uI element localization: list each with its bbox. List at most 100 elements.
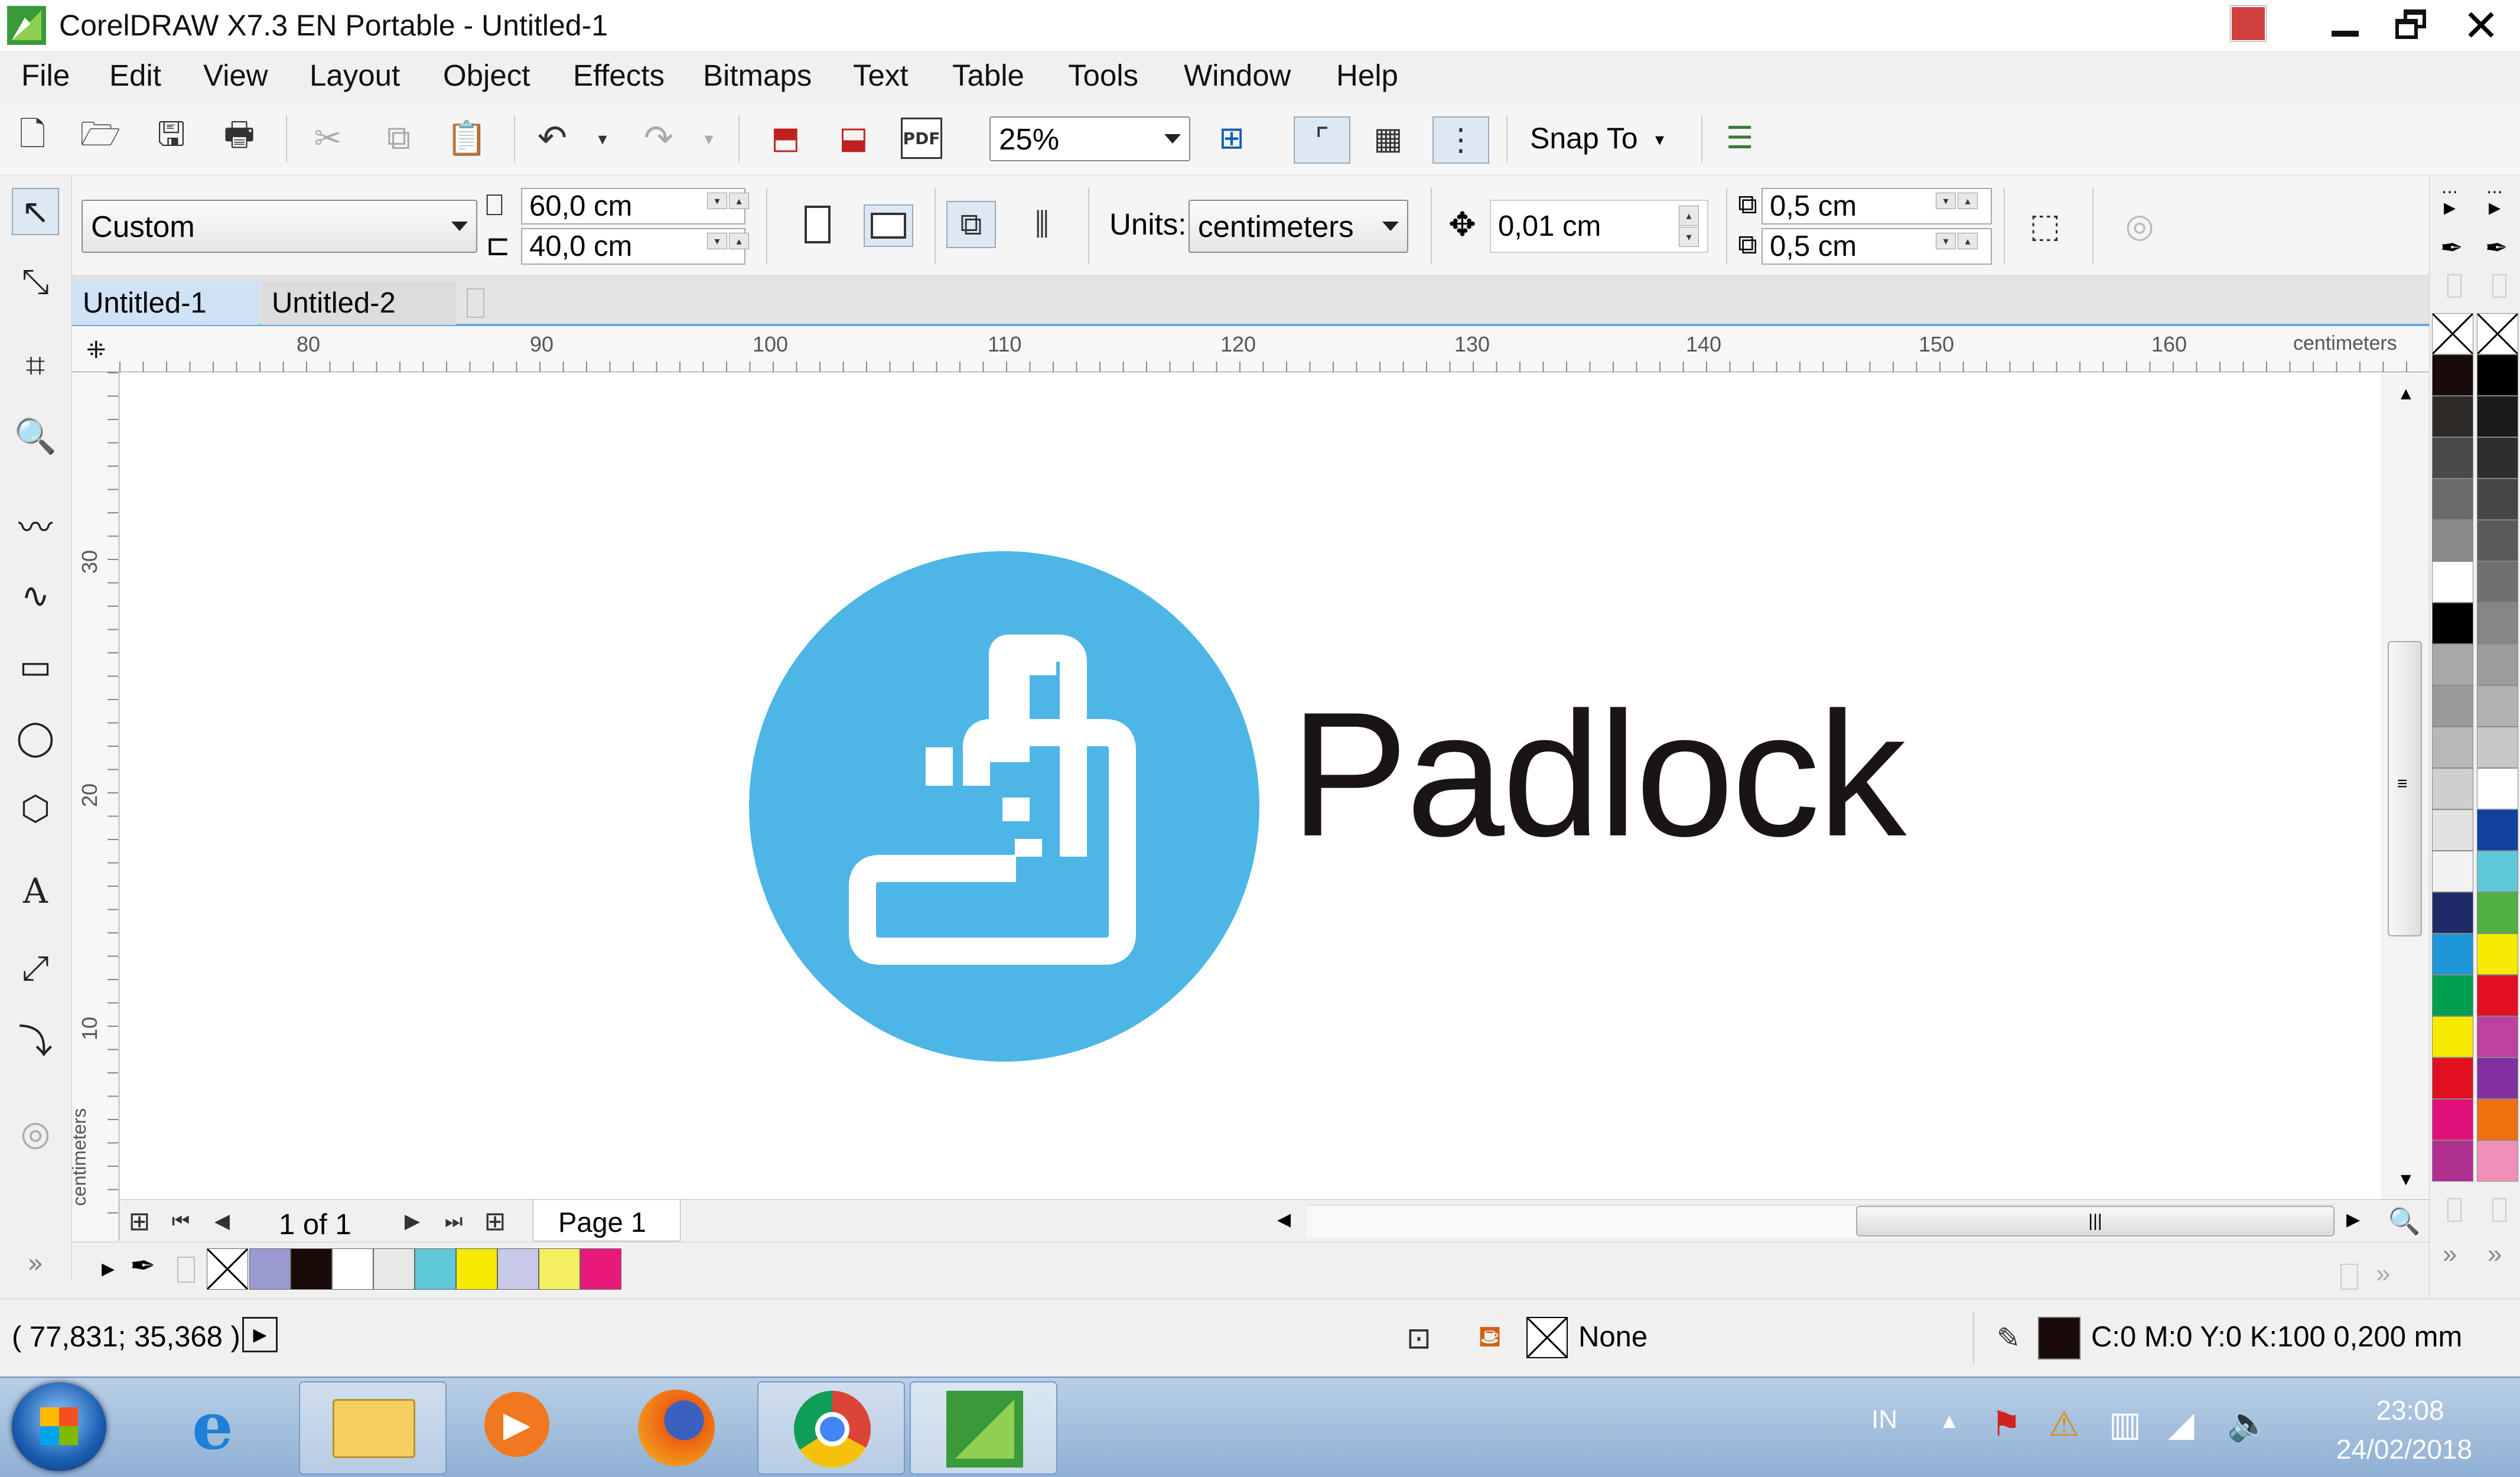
palette-swatch[interactable]: [2477, 1058, 2518, 1099]
undo-dropdown-icon[interactable]: ▾: [591, 127, 614, 151]
palette-swatch[interactable]: [2477, 809, 2518, 851]
spin-up-icon[interactable]: ▴: [1679, 206, 1699, 226]
page-size-combo[interactable]: Custom: [82, 200, 477, 253]
palette-swatch[interactable]: [2477, 437, 2518, 479]
palette-swatch[interactable]: [2432, 851, 2473, 892]
menu-layout[interactable]: Layout: [310, 58, 400, 93]
palette-expand-icon[interactable]: ▸: [2489, 194, 2501, 221]
palette-swatch[interactable]: [2432, 727, 2473, 768]
show-rulers-icon[interactable]: ⌜: [1294, 116, 1350, 164]
palette-swatch[interactable]: [2432, 520, 2473, 561]
palette-swatch[interactable]: [2432, 603, 2473, 644]
navigator-zoom-icon[interactable]: 🔍: [2388, 1205, 2421, 1238]
spin-up-icon[interactable]: ▴: [729, 193, 749, 209]
language-indicator[interactable]: IN: [1871, 1405, 1897, 1434]
palette-swatch[interactable]: [2432, 437, 2473, 479]
save-icon[interactable]: 🖫: [151, 115, 192, 159]
rectangle-tool-icon[interactable]: ▭: [12, 643, 59, 690]
crop-tool-icon[interactable]: ⌗: [12, 341, 59, 389]
last-page-icon[interactable]: ⏭: [438, 1206, 469, 1237]
spin-up-icon[interactable]: ▴: [1958, 193, 1978, 209]
file-explorer-icon[interactable]: [299, 1381, 447, 1475]
eyedropper-icon[interactable]: ✒: [2485, 232, 2508, 263]
user-icon[interactable]: [2231, 6, 2266, 41]
vertical-scrollbar[interactable]: ▲ ≡ ▼: [2381, 372, 2429, 1199]
next-page-icon[interactable]: ▶: [397, 1206, 428, 1237]
connector-tool-icon[interactable]: ⤵: [12, 1015, 59, 1062]
scroll-up-icon[interactable]: ▲: [2397, 384, 2415, 404]
palette-swatch[interactable]: [2432, 1140, 2473, 1182]
palette-swatch[interactable]: [2432, 809, 2473, 851]
ellipse-tool-icon[interactable]: ◯: [12, 714, 59, 761]
coreldraw-taskbar-icon[interactable]: [910, 1381, 1057, 1475]
close-button[interactable]: ✕: [2457, 2, 2505, 50]
palette-swatch[interactable]: [2477, 520, 2518, 561]
menu-edit[interactable]: Edit: [109, 58, 161, 93]
publish-pdf-icon[interactable]: PDF: [901, 118, 942, 159]
palette-scroll-icon[interactable]: »: [2376, 1259, 2390, 1289]
ruler-origin-icon[interactable]: ⁜: [86, 337, 106, 364]
zoom-to-page-icon[interactable]: ⊞: [1211, 118, 1252, 159]
menu-bitmaps[interactable]: Bitmaps: [703, 58, 812, 93]
padlock-logo-graphic[interactable]: [747, 549, 1261, 1063]
options-icon[interactable]: ☰: [1719, 118, 1760, 159]
zoom-tool-icon[interactable]: 🔍: [12, 412, 59, 460]
scroll-down-icon[interactable]: ▼: [2397, 1170, 2415, 1190]
clock-time[interactable]: 23:08: [2348, 1394, 2472, 1426]
palette-swatch[interactable]: [2477, 1016, 2518, 1058]
doc-palette-swatch[interactable]: [456, 1248, 497, 1290]
undo-icon[interactable]: ↶: [532, 118, 573, 159]
clock-date[interactable]: 24/02/2018: [2316, 1433, 2493, 1465]
menu-effects[interactable]: Effects: [573, 58, 665, 93]
palette-swatch[interactable]: [2477, 1140, 2518, 1182]
scroll-right-icon[interactable]: ▶: [2346, 1209, 2360, 1230]
palette-swatch[interactable]: [2477, 768, 2518, 809]
palette-swatch[interactable]: [2432, 1099, 2473, 1140]
chrome-icon[interactable]: [757, 1381, 905, 1475]
palette-swatch[interactable]: [2477, 892, 2518, 933]
network-icon[interactable]: ◢: [2168, 1404, 2195, 1444]
interactive-tool-icon[interactable]: ◎: [12, 1110, 59, 1157]
add-page-before-icon[interactable]: ⊞: [124, 1206, 155, 1237]
doc-palette-swatch[interactable]: [373, 1248, 415, 1290]
shape-tool-icon[interactable]: ⤡: [12, 258, 59, 305]
palette-swatch[interactable]: [2477, 561, 2518, 603]
doc-palette-swatch[interactable]: [580, 1248, 621, 1290]
freehand-tool-icon[interactable]: 〰: [12, 501, 59, 548]
doc-palette-swatch[interactable]: [497, 1248, 539, 1290]
internet-explorer-icon[interactable]: e: [177, 1391, 248, 1462]
action-center-icon[interactable]: ⚑: [1991, 1404, 2021, 1444]
horizontal-scroll-thumb[interactable]: |||: [1856, 1206, 2335, 1237]
first-page-icon[interactable]: ⏮: [165, 1206, 196, 1237]
media-player-icon[interactable]: ▶: [484, 1392, 549, 1457]
spin-up-icon[interactable]: ▴: [1958, 233, 1978, 249]
snap-to-button[interactable]: Snap To ▾: [1530, 121, 1684, 157]
expand-toolbox-icon[interactable]: »: [12, 1239, 59, 1287]
import-icon[interactable]: ⬒: [765, 118, 806, 159]
menu-window[interactable]: Window: [1184, 58, 1291, 93]
portrait-icon[interactable]: [805, 206, 831, 243]
palette-swatch[interactable]: [2432, 1016, 2473, 1058]
palette-expand-icon[interactable]: ▸: [102, 1253, 115, 1283]
page-tab[interactable]: Page 1: [533, 1200, 681, 1241]
palette-swatch[interactable]: [2477, 851, 2518, 892]
menu-text[interactable]: Text: [853, 58, 909, 93]
prev-page-icon[interactable]: ◀: [207, 1206, 237, 1237]
logo-wordmark[interactable]: Padlock: [1290, 685, 1906, 863]
hints-icon[interactable]: ◎: [2116, 202, 2163, 249]
menu-tools[interactable]: Tools: [1068, 58, 1138, 93]
redo-icon[interactable]: ↷: [638, 118, 679, 159]
print-icon[interactable]: 🖶: [219, 115, 260, 159]
dimension-tool-icon[interactable]: ⤢: [12, 944, 59, 991]
power-icon[interactable]: ▥: [2109, 1404, 2141, 1444]
spin-down-icon[interactable]: ▾: [707, 193, 727, 209]
current-page-icon[interactable]: ⫼: [1017, 201, 1067, 248]
palette-swatch[interactable]: [2477, 396, 2518, 437]
menu-help[interactable]: Help: [1336, 58, 1398, 93]
nudge-field[interactable]: 0,01 cm: [1490, 200, 1708, 253]
polygon-tool-icon[interactable]: ⬡: [12, 785, 59, 832]
copy-icon[interactable]: ⧉: [378, 118, 419, 159]
drawing-canvas[interactable]: Padlock: [119, 372, 2381, 1199]
palette-swatch[interactable]: [2477, 479, 2518, 520]
add-page-after-icon[interactable]: ⊞: [480, 1206, 510, 1237]
